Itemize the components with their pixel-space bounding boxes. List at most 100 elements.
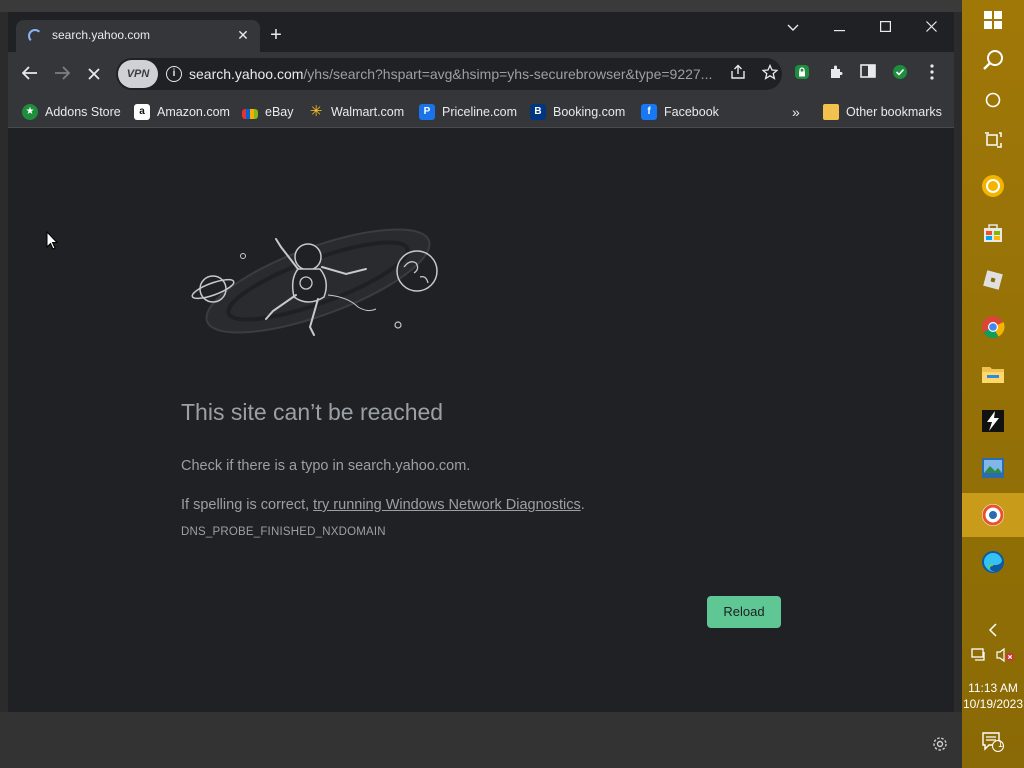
- windows-taskbar: 11:13 AM 10/19/2023 1: [962, 0, 1024, 768]
- taskbar-app-store[interactable]: [973, 213, 1013, 253]
- bookmark-priceline[interactable]: P Priceline.com: [419, 103, 517, 121]
- bookmarks-overflow-button[interactable]: »: [792, 103, 800, 121]
- stop-icon: [88, 68, 100, 80]
- folder-icon: [982, 367, 1004, 383]
- taskbar-app-file-explorer[interactable]: [973, 354, 1013, 394]
- minimize-button[interactable]: [816, 14, 862, 40]
- network-diagnostics-link[interactable]: try running Windows Network Diagnostics: [313, 497, 581, 513]
- bookmark-amazon[interactable]: a Amazon.com: [134, 103, 230, 121]
- secure-browser-icon: [982, 504, 1004, 526]
- desktop-background-top: [0, 0, 962, 12]
- bookmark-label: Walmart.com: [331, 105, 405, 119]
- tab-title: search.yahoo.com: [52, 28, 151, 42]
- browser-window: search.yahoo.com ✕ + VPN i search.yahoo.…: [8, 12, 954, 712]
- search-icon: [983, 50, 1003, 70]
- error-page: This site can’t be reached Check if ther…: [8, 129, 954, 712]
- back-arrow-icon: [21, 66, 37, 80]
- security-shield-icon[interactable]: [890, 64, 910, 84]
- minimize-icon: [833, 30, 845, 32]
- roblox-icon: [983, 270, 1003, 290]
- mouse-cursor-icon: [46, 231, 58, 250]
- clock-time: 11:13 AM: [968, 681, 1018, 695]
- action-center-button[interactable]: 1: [973, 722, 1013, 762]
- maximize-button[interactable]: [862, 14, 908, 40]
- reload-button[interactable]: Reload: [707, 596, 781, 628]
- url-text[interactable]: search.yahoo.com/yhs/search?hspart=avg&h…: [189, 66, 719, 82]
- bookmark-star-icon[interactable]: [760, 63, 780, 84]
- new-tab-button[interactable]: +: [264, 24, 288, 48]
- taskbar-clock[interactable]: 11:13 AM 10/19/2023: [962, 680, 1024, 712]
- tab-close-icon[interactable]: ✕: [234, 26, 252, 44]
- facebook-icon: f: [641, 104, 657, 120]
- priceline-icon: P: [419, 104, 435, 120]
- microsoft-store-icon: [984, 224, 1002, 242]
- browser-menu-icon[interactable]: [922, 64, 942, 84]
- address-bar[interactable]: VPN i search.yahoo.com/yhs/search?hspart…: [116, 58, 782, 90]
- taskbar-app-norton[interactable]: [973, 166, 1013, 206]
- volume-button[interactable]: [992, 640, 1018, 670]
- taskbar-app-lightning[interactable]: [973, 401, 1013, 441]
- share-icon[interactable]: [728, 64, 748, 84]
- tab-search-button[interactable]: [770, 14, 816, 40]
- url-host: search.yahoo.com: [189, 66, 304, 82]
- taskbar-app-photos[interactable]: [973, 448, 1013, 488]
- bookmark-walmart[interactable]: ✳ Walmart.com: [308, 103, 404, 121]
- bookmarks-bar: ★ Addons Store a Amazon.com eBay ✳ Walmart.…: [8, 96, 954, 128]
- error-typo-hint: Check if there is a typo in search.yahoo…: [181, 458, 471, 474]
- loading-spinner-icon: [28, 29, 42, 43]
- bookmark-label: Priceline.com: [442, 105, 518, 119]
- other-bookmarks-folder[interactable]: Other bookmarks: [823, 103, 942, 121]
- taskbar-app-secure-browser[interactable]: [973, 495, 1013, 535]
- search-button[interactable]: [973, 40, 1013, 80]
- taskbar-app-roblox[interactable]: [973, 260, 1013, 300]
- maximize-icon: [879, 21, 891, 33]
- photos-app-icon: [982, 458, 1004, 478]
- lock-extension-icon[interactable]: [792, 64, 812, 84]
- bookmark-label: Addons Store: [45, 105, 121, 119]
- bookmark-facebook[interactable]: f Facebook: [641, 103, 719, 121]
- site-info-icon[interactable]: i: [166, 66, 182, 82]
- chrome-icon: [982, 316, 1005, 338]
- network-status-button[interactable]: [966, 640, 992, 670]
- addons-store-icon: ★: [22, 104, 38, 120]
- volume-muted-icon: [996, 647, 1014, 663]
- error-code: DNS_PROBE_FINISHED_NXDOMAIN: [181, 526, 386, 538]
- bookmark-label: Amazon.com: [157, 105, 230, 119]
- start-button[interactable]: [973, 0, 1013, 40]
- walmart-icon: ✳: [309, 103, 323, 120]
- extensions-puzzle-icon[interactable]: [826, 64, 846, 84]
- edge-icon: [982, 551, 1004, 573]
- close-window-button[interactable]: [908, 14, 954, 40]
- close-icon: [925, 21, 937, 32]
- bookmark-label: Booking.com: [553, 105, 626, 119]
- cortana-button[interactable]: [973, 80, 1013, 120]
- title-bar: search.yahoo.com ✕ +: [8, 12, 954, 52]
- vpn-button[interactable]: VPN: [118, 60, 158, 88]
- url-path: /yhs/search?hspart=avg&hsimp=yhs-secureb…: [303, 66, 713, 82]
- diagnostics-suffix: .: [580, 497, 585, 513]
- forward-button[interactable]: [50, 62, 74, 86]
- lightning-app-icon: [982, 410, 1004, 432]
- amazon-icon: a: [134, 104, 150, 120]
- bookmark-booking[interactable]: B Booking.com: [530, 103, 625, 121]
- error-title: This site can’t be reached: [181, 399, 444, 425]
- task-view-icon: [985, 132, 1002, 148]
- active-tab[interactable]: search.yahoo.com ✕: [16, 20, 260, 52]
- stop-loading-button[interactable]: [82, 62, 106, 86]
- taskbar-app-chrome[interactable]: [973, 307, 1013, 347]
- navigation-toolbar: VPN i search.yahoo.com/yhs/search?hspart…: [8, 52, 954, 96]
- bookmark-label: Facebook: [664, 105, 719, 119]
- bookmark-addons-store[interactable]: ★ Addons Store: [22, 103, 121, 121]
- network-icon: [971, 648, 985, 661]
- settings-gear-icon[interactable]: [930, 736, 950, 756]
- ebay-icon: [242, 108, 258, 119]
- side-panel-icon[interactable]: [858, 64, 878, 84]
- desktop-background-bottom: [0, 712, 962, 768]
- clock-date: 10/19/2023: [962, 697, 1024, 711]
- back-button[interactable]: [18, 62, 42, 86]
- bookmark-ebay[interactable]: eBay: [242, 103, 294, 121]
- yellow-circle-app-icon: [982, 175, 1004, 197]
- task-view-button[interactable]: [973, 120, 1013, 160]
- windows-logo-icon: [984, 11, 1002, 29]
- taskbar-app-edge[interactable]: [973, 542, 1013, 582]
